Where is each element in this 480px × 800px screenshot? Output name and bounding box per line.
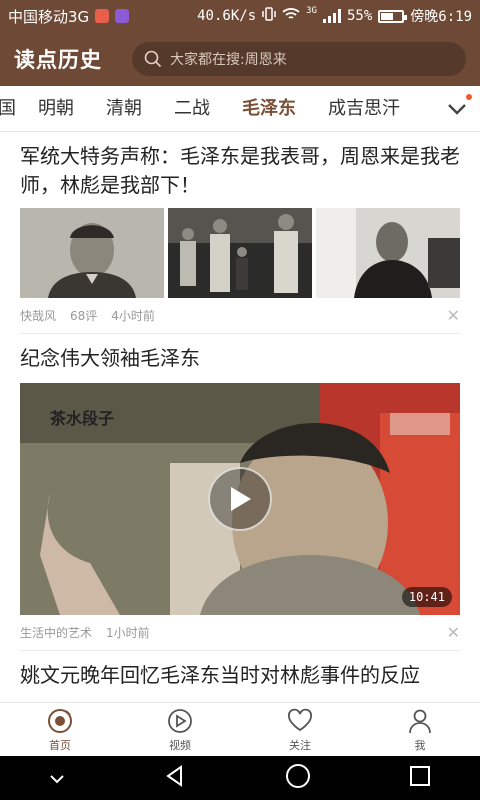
back-icon [166,765,182,787]
nav-label: 首页 [49,738,71,752]
article-card[interactable]: 军统大特务声称：毛泽东是我表哥，周恩来是我老师，林彪是我部下！ 快哉风 68评 … [0,132,480,334]
nav-me[interactable]: 我 [360,703,480,756]
gallery-notification-icon [115,9,130,23]
video-watermark: 茶水段子 [50,409,115,428]
nav-label: 视频 [169,738,191,752]
article-card[interactable]: 姚文元晚年回忆毛泽东当时对林彪事件的反应 [0,651,480,690]
search-placeholder: 大家都在搜:周恩来 [170,52,287,68]
tab-ming[interactable]: 明朝 [22,86,90,131]
clock: 傍晚6:19 [410,9,472,25]
battery-icon [378,9,408,23]
article-thumbnails[interactable] [20,208,460,298]
user-icon [409,709,431,733]
article-title[interactable]: 纪念伟大领袖毛泽东 [20,334,460,373]
network-speed: 40.6K/s [197,8,257,24]
thumbnail-elder[interactable] [316,208,460,298]
expand-tabs-button[interactable] [434,86,480,131]
chevron-down-icon [448,104,466,115]
tab-ww2[interactable]: 二战 [158,86,226,131]
thumbnail-portrait[interactable] [20,208,164,298]
video-player[interactable]: 茶水段子 10:41 [20,383,460,615]
tab-partial[interactable]: 国 [0,86,22,131]
wifi-icon [282,7,300,25]
article-source[interactable]: 生活中的艺术 [20,624,92,641]
dismiss-icon[interactable]: ✕ [447,306,460,325]
system-nav-bar [0,756,480,800]
tab-mao[interactable]: 毛泽东 [226,86,312,131]
video-duration: 10:41 [401,587,452,607]
comment-count: 68评 [70,309,98,323]
publish-time: 4小时前 [111,309,155,323]
circle-home-icon [286,764,310,788]
article-meta: 生活中的艺术 1小时前 ✕ [20,615,460,651]
mail-notification-icon [95,9,110,23]
video-card[interactable]: 纪念伟大领袖毛泽东 茶水段子 10:41 生活中的艺术 1小时前 ✕ [0,334,480,651]
play-button[interactable] [208,467,272,531]
thumbnail-group-photo[interactable] [168,208,312,298]
nav-label: 关注 [289,738,311,752]
recents-button[interactable] [409,765,431,791]
search-box[interactable]: 大家都在搜:周恩来 [132,42,466,76]
heart-icon [288,708,312,731]
app-logo: 读点历史 [14,48,102,72]
tab-genghis[interactable]: 成吉思汗 [312,86,416,131]
nav-home[interactable]: 首页 [0,703,120,756]
bottom-nav: 首页 视频 关注 我 [0,702,480,756]
back-button[interactable] [163,764,187,792]
app-header: 读点历史 大家都在搜:周恩来 [0,32,480,86]
article-title[interactable]: 姚文元晚年回忆毛泽东当时对林彪事件的反应 [20,651,460,690]
signal-icon [322,9,341,23]
chevron-down-icon [50,774,64,783]
nav-video[interactable]: 视频 [120,703,240,756]
category-tabs: 国 明朝 清朝 二战 毛泽东 成吉思汗 [0,86,480,132]
battery-percent: 55% [346,8,373,24]
nav-label: 我 [414,738,426,752]
search-icon [144,50,162,68]
square-recents-icon [410,766,430,786]
publish-time: 1小时前 [106,626,150,640]
article-source[interactable]: 快哉风 [20,307,56,324]
article-title[interactable]: 军统大特务声称：毛泽东是我表哥，周恩来是我老师，林彪是我部下！ [20,132,460,200]
play-icon [231,487,251,511]
tab-qing[interactable]: 清朝 [90,86,158,131]
home-icon [48,708,72,733]
video-icon [168,708,192,733]
home-button[interactable] [285,763,311,793]
new-dot [466,94,472,100]
nav-follow[interactable]: 关注 [240,703,360,756]
carrier-label: 中国移动3G [8,7,90,26]
hide-nav-button[interactable] [49,769,65,788]
status-bar: 中国移动3G 40.6K/s 3G 55% 傍晚6:19 [0,0,480,32]
article-meta: 快哉风 68评 4小时前 ✕ [20,298,460,334]
dismiss-icon[interactable]: ✕ [447,623,460,642]
vibrate-icon [262,7,276,25]
news-feed: 军统大特务声称：毛泽东是我表哥，周恩来是我老师，林彪是我部下！ 快哉风 68评 … [0,132,480,702]
network-type: 3G [306,6,317,16]
